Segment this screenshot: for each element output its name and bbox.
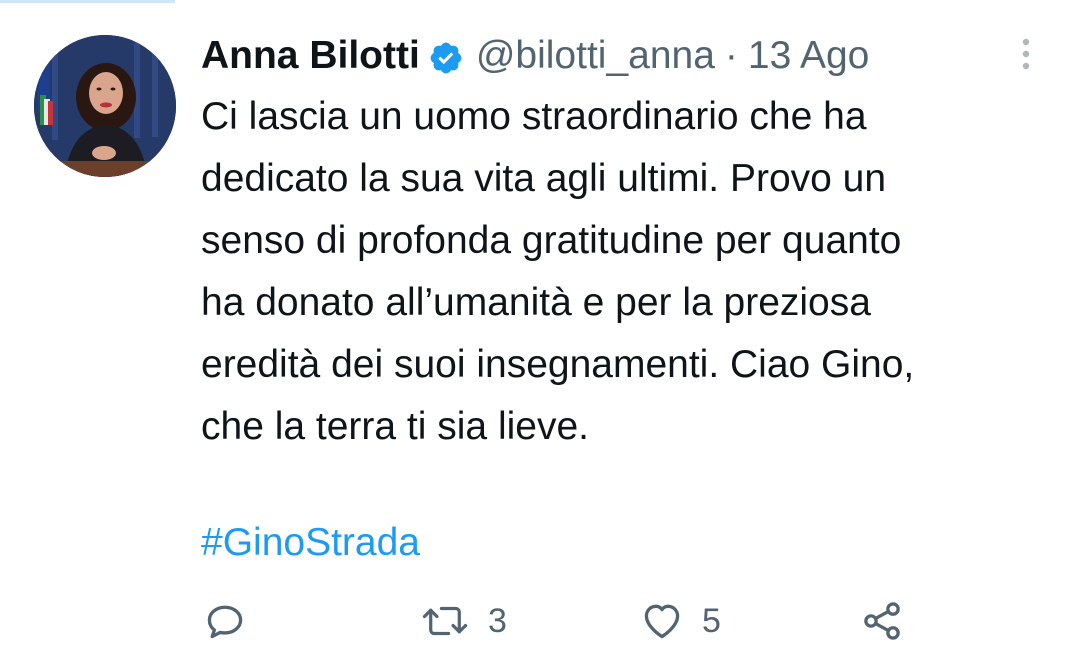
avatar[interactable] bbox=[34, 35, 176, 177]
author-name[interactable]: Anna Bilotti bbox=[201, 30, 420, 82]
reply-icon bbox=[203, 599, 247, 643]
tweet-text-line: ha donato all’umanità e per la preziosa bbox=[201, 281, 871, 324]
tweet-text-line: che la terra ti sia lieve. bbox=[201, 405, 590, 448]
tweet-text-line: senso di profonda gratitudine per quanto bbox=[201, 219, 902, 262]
tweet-text-line: dedicato la sua vita agli ultimi. Provo … bbox=[201, 157, 887, 200]
tweet[interactable]: Anna Bilotti @bilotti_anna · 13 Ago Ci l… bbox=[0, 0, 1080, 666]
share-button[interactable] bbox=[860, 596, 904, 646]
author-handle[interactable]: @bilotti_anna bbox=[476, 30, 715, 82]
verified-badge-icon bbox=[428, 38, 464, 74]
reply-button[interactable] bbox=[203, 596, 265, 646]
heart-icon bbox=[640, 599, 684, 643]
retweet-icon bbox=[420, 599, 470, 643]
tweet-text-line: Ci lascia un uomo straordinario che ha bbox=[201, 95, 867, 138]
share-icon bbox=[860, 599, 904, 643]
retweet-count: 3 bbox=[488, 601, 507, 640]
tweet-header: Anna Bilotti @bilotti_anna · 13 Ago bbox=[201, 30, 869, 82]
tweet-actions: 3 5 bbox=[0, 596, 1080, 646]
like-button[interactable]: 5 bbox=[640, 596, 721, 646]
avatar-image bbox=[34, 35, 176, 177]
retweet-button[interactable]: 3 bbox=[420, 596, 507, 646]
header-separator: · bbox=[724, 34, 738, 77]
more-options-icon[interactable] bbox=[1016, 36, 1036, 72]
tweet-text: Ci lascia un uomo straordinario che ha d… bbox=[201, 86, 1061, 458]
tweet-text-line: eredità dei suoi insegnamenti. Ciao Gino… bbox=[201, 343, 915, 386]
hashtag-link[interactable]: #GinoStrada bbox=[201, 512, 420, 574]
tweet-date[interactable]: 13 Ago bbox=[748, 30, 869, 82]
like-count: 5 bbox=[702, 601, 721, 640]
